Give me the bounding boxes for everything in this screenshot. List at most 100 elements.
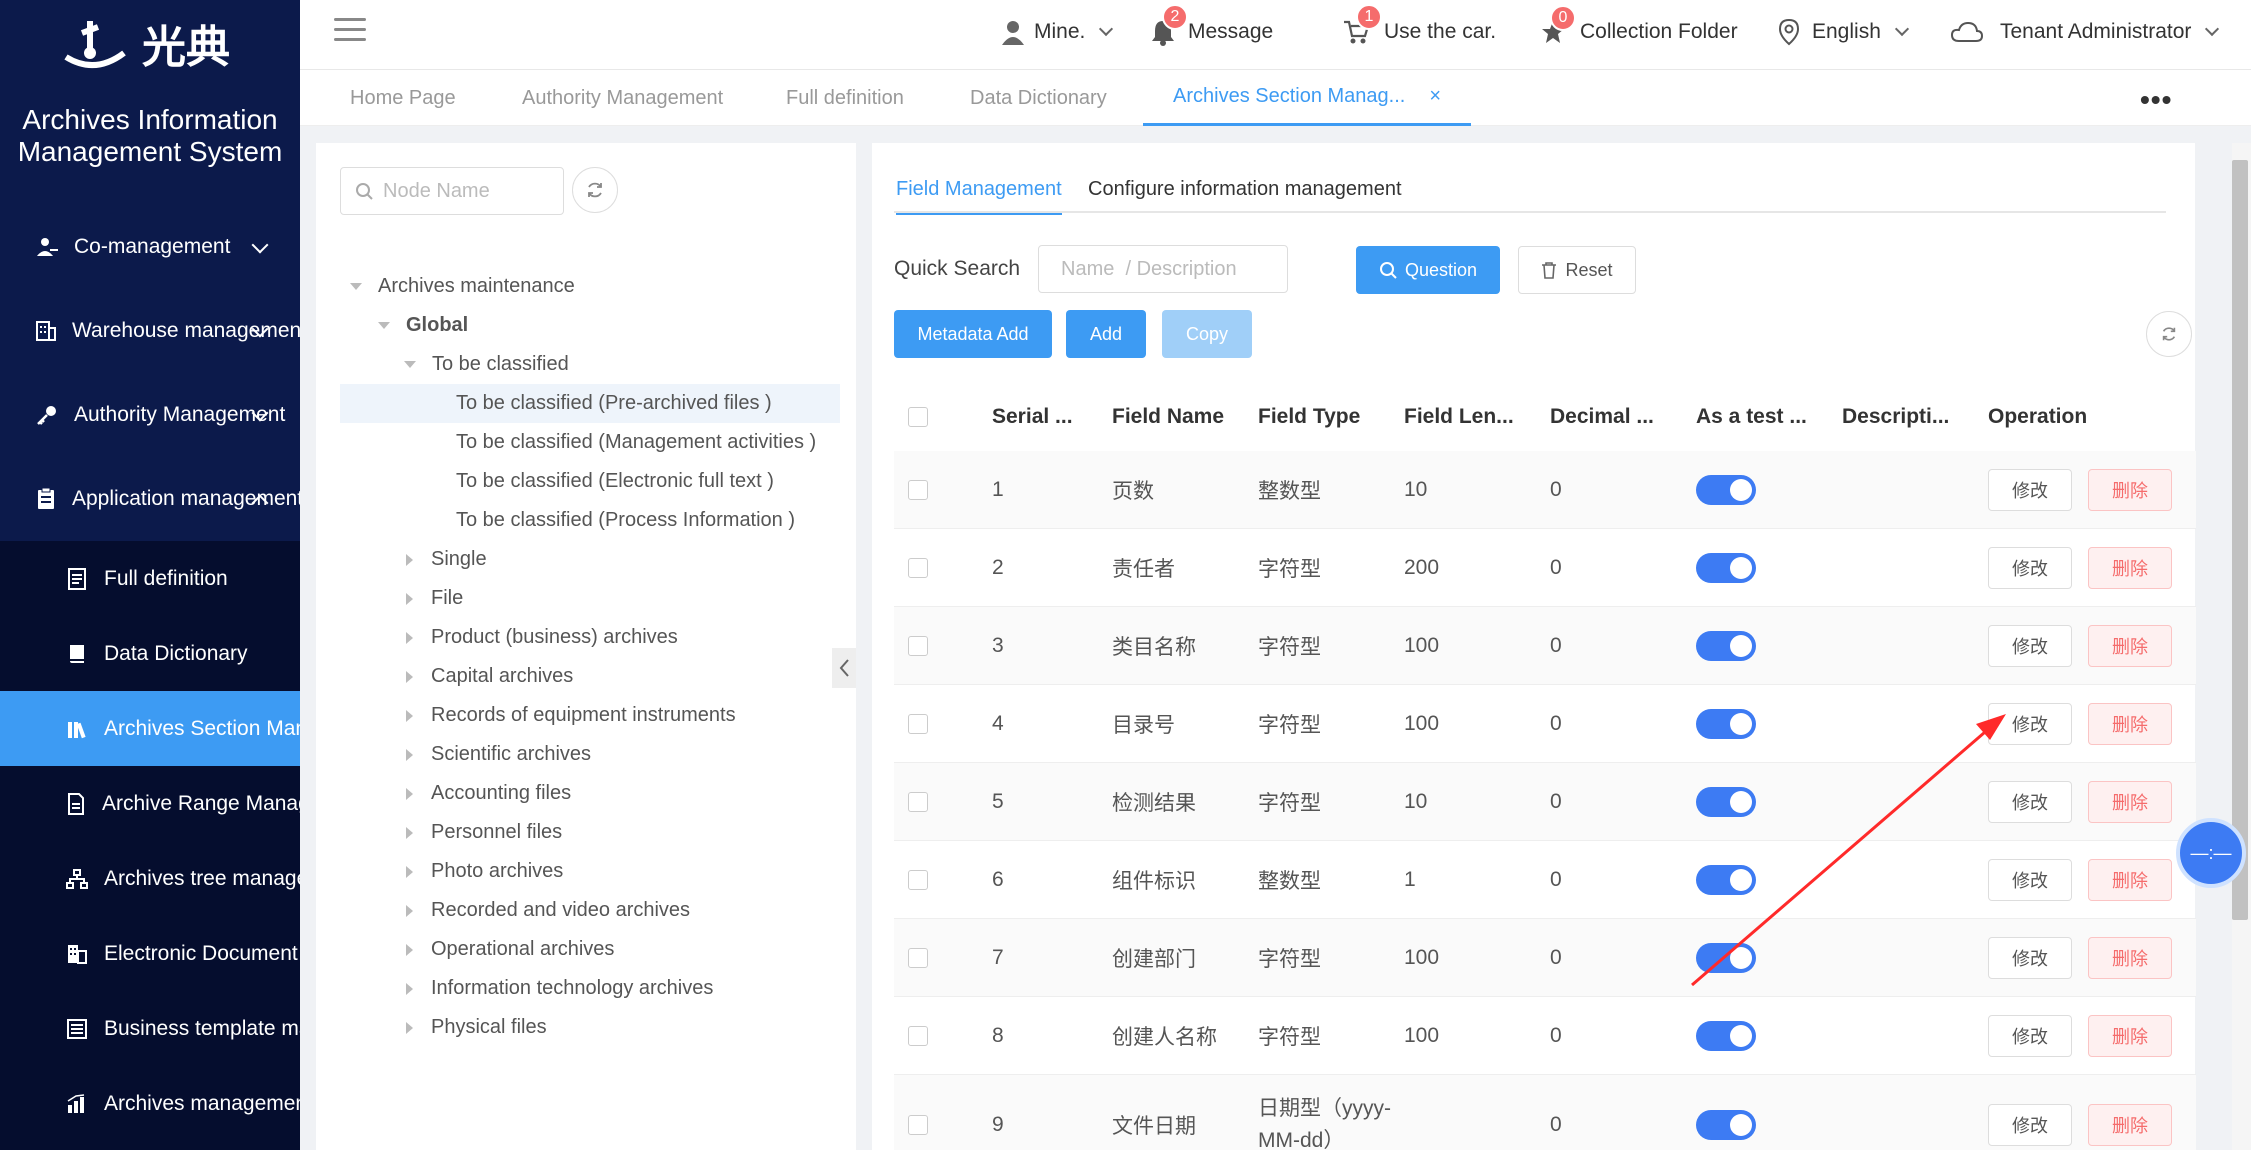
tree-node[interactable]: Recorded and video archives <box>340 891 840 930</box>
tab-home-page[interactable]: Home Page <box>350 70 456 126</box>
delete-button[interactable]: 删除 <box>2088 1103 2172 1146</box>
tab-data-dictionary[interactable]: Data Dictionary <box>970 70 1107 126</box>
tree-node[interactable]: Scientific archives <box>340 735 840 774</box>
collapse-panel-button[interactable] <box>832 648 856 688</box>
node-search-input[interactable] <box>383 179 553 203</box>
sidebar-item-authority[interactable]: Authority Management <box>0 373 300 457</box>
delete-button[interactable]: 删除 <box>2088 936 2172 979</box>
edit-button[interactable]: 修改 <box>1988 936 2072 979</box>
sidebar-item-full-definition[interactable]: Full definition <box>0 541 300 616</box>
delete-button[interactable]: 删除 <box>2088 780 2172 823</box>
tree-node[interactable]: Operational archives <box>340 930 840 969</box>
row-checkbox[interactable] <box>908 713 928 734</box>
edit-button[interactable]: 修改 <box>1988 624 2072 667</box>
row-checkbox[interactable] <box>908 947 928 968</box>
row-checkbox[interactable] <box>908 635 928 656</box>
test-toggle[interactable] <box>1696 1109 1756 1140</box>
tree-node[interactable]: Records of equipment instruments <box>340 696 840 735</box>
tab-archives-section[interactable]: Archives Section Manag... × <box>1143 70 1472 126</box>
tree-node[interactable]: To be classified (Process Information ) <box>340 501 840 540</box>
delete-button[interactable]: 删除 <box>2088 468 2172 511</box>
delete-button[interactable]: 删除 <box>2088 1014 2172 1057</box>
row-checkbox[interactable] <box>908 869 928 890</box>
sidebar-item-archives-management[interactable]: Archives management <box>0 1066 300 1141</box>
table-row: 4 目录号 字符型 100 0 修改 删除 <box>894 685 2196 763</box>
test-toggle[interactable] <box>1696 786 1756 817</box>
test-toggle[interactable] <box>1696 552 1756 583</box>
question-button[interactable]: Question <box>1356 246 1500 294</box>
tree-panel: Archives maintenance Global To be classi… <box>316 143 856 1150</box>
tree-node[interactable]: Single <box>340 540 840 579</box>
table-row: 5 检测结果 字符型 10 0 修改 删除 <box>894 763 2196 841</box>
user-menu[interactable]: Mine. <box>1000 14 1114 50</box>
tenant-menu[interactable]: Tenant Administrator <box>1950 14 2220 50</box>
tree-node[interactable]: To be classified <box>340 345 840 384</box>
row-checkbox[interactable] <box>908 791 928 812</box>
row-checkbox[interactable] <box>908 1025 928 1046</box>
sidebar-item-data-dictionary[interactable]: Data Dictionary <box>0 616 300 691</box>
sidebar-item-application[interactable]: Application management <box>0 457 300 541</box>
sidebar-item-business-template[interactable]: Business template management <box>0 991 300 1066</box>
edit-button[interactable]: 修改 <box>1988 468 2072 511</box>
close-icon[interactable]: × <box>1429 85 1441 108</box>
test-toggle[interactable] <box>1696 1020 1756 1051</box>
tree-node[interactable]: Information technology archives <box>340 969 840 1008</box>
test-toggle[interactable] <box>1696 942 1756 973</box>
edit-button[interactable]: 修改 <box>1988 858 2072 901</box>
sidebar-item-warehouse[interactable]: Warehouse management <box>0 289 300 373</box>
cart-button[interactable]: 1 Use the car. <box>1342 4 1496 50</box>
refresh-table-button[interactable] <box>2146 311 2192 357</box>
sidebar-item-co-management[interactable]: Co-management <box>0 205 300 289</box>
add-button[interactable]: Add <box>1066 310 1146 358</box>
tree-node[interactable]: To be classified (Electronic full text ) <box>340 462 840 501</box>
delete-button[interactable]: 删除 <box>2088 624 2172 667</box>
tree-node[interactable]: Global <box>340 306 840 345</box>
tree-node[interactable]: Accounting files <box>340 774 840 813</box>
edit-button[interactable]: 修改 <box>1988 1014 2072 1057</box>
tree-node[interactable]: To be classified (Management activities … <box>340 423 840 462</box>
tree-node[interactable]: Product (business) archives <box>340 618 840 657</box>
row-checkbox[interactable] <box>908 1114 928 1135</box>
sidebar-item-archive-range[interactable]: Archive Range Management <box>0 766 300 841</box>
tab-configure-information[interactable]: Configure information management <box>1088 165 1402 213</box>
edit-button[interactable]: 修改 <box>1988 780 2072 823</box>
copy-button[interactable]: Copy <box>1162 310 1252 358</box>
message-button[interactable]: 2 Message <box>1150 4 1273 50</box>
quick-search-input[interactable] <box>1038 245 1288 293</box>
tree-node[interactable]: Archives maintenance <box>340 267 840 306</box>
tab-field-management[interactable]: Field Management <box>896 165 1062 215</box>
language-selector[interactable]: English <box>1776 14 1909 50</box>
row-checkbox[interactable] <box>908 479 928 500</box>
hamburger-menu-icon[interactable] <box>334 18 366 44</box>
tab-authority-management[interactable]: Authority Management <box>522 70 723 126</box>
test-toggle[interactable] <box>1696 630 1756 661</box>
metadata-add-button[interactable]: Metadata Add <box>894 310 1052 358</box>
floating-assistant-icon[interactable]: —:— <box>2176 818 2246 888</box>
sidebar-item-archives-section[interactable]: Archives Section Management <box>0 691 300 766</box>
scrollbar-thumb[interactable] <box>2232 160 2248 920</box>
edit-button[interactable]: 修改 <box>1988 1103 2072 1146</box>
test-toggle[interactable] <box>1696 474 1756 505</box>
tree-node[interactable]: Personnel files <box>340 813 840 852</box>
tree-node-selected[interactable]: To be classified (Pre-archived files ) <box>340 384 840 423</box>
tree-node[interactable]: Capital archives <box>340 657 840 696</box>
edit-button[interactable]: 修改 <box>1988 702 2072 745</box>
test-toggle[interactable] <box>1696 708 1756 739</box>
tree-node[interactable]: File <box>340 579 840 618</box>
tab-full-definition[interactable]: Full definition <box>786 70 904 126</box>
more-icon[interactable]: ••• <box>2140 84 2172 116</box>
sidebar-item-electronic-document[interactable]: Electronic Document <box>0 916 300 991</box>
delete-button[interactable]: 删除 <box>2088 702 2172 745</box>
select-all-checkbox[interactable] <box>908 407 928 427</box>
collection-folder-button[interactable]: 0 Collection Folder <box>1540 5 1738 50</box>
tree-node[interactable]: Photo archives <box>340 852 840 891</box>
reset-button[interactable]: Reset <box>1518 246 1636 294</box>
tree-node[interactable]: Physical files <box>340 1008 840 1047</box>
delete-button[interactable]: 删除 <box>2088 546 2172 589</box>
sidebar-item-archives-tree[interactable]: Archives tree management <box>0 841 300 916</box>
row-checkbox[interactable] <box>908 557 928 578</box>
test-toggle[interactable] <box>1696 864 1756 895</box>
edit-button[interactable]: 修改 <box>1988 546 2072 589</box>
refresh-tree-button[interactable] <box>572 167 618 213</box>
delete-button[interactable]: 删除 <box>2088 858 2172 901</box>
